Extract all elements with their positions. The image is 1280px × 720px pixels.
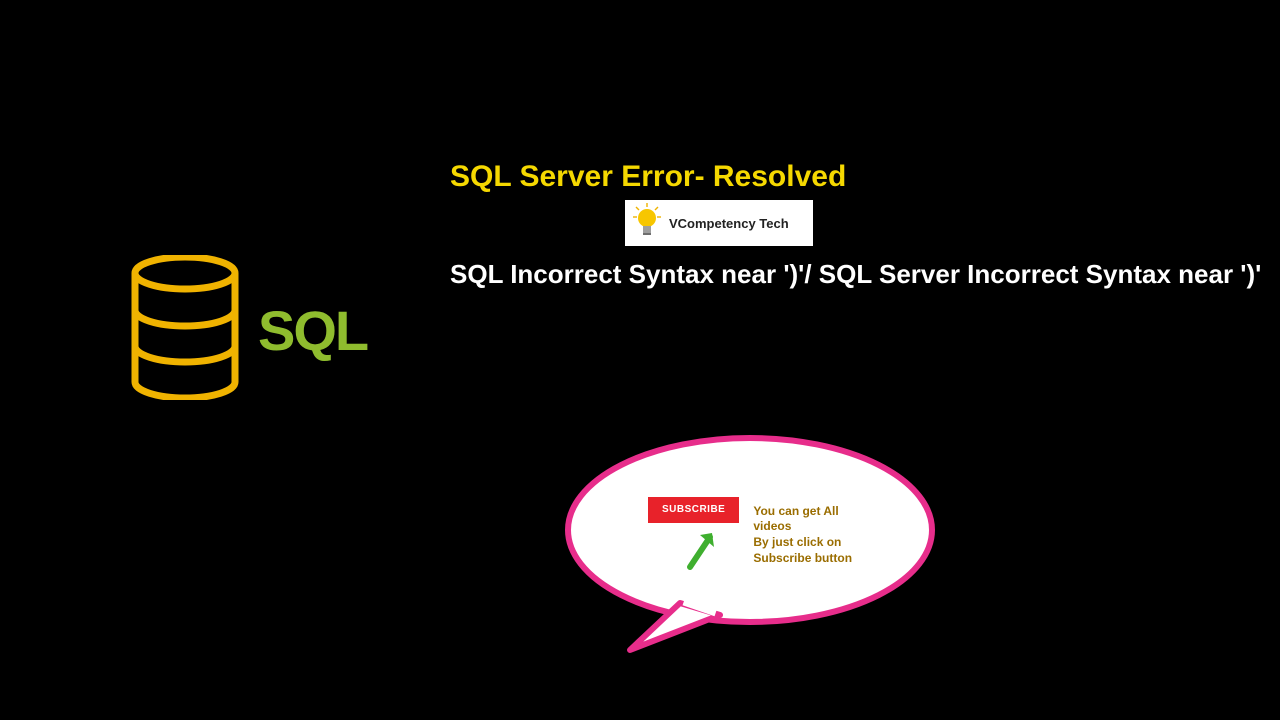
callout-line: videos	[753, 519, 852, 535]
database-icon	[130, 255, 240, 405]
sql-text: SQL	[258, 298, 367, 363]
lightbulb-icon	[633, 203, 661, 244]
callout-line: You can get All	[753, 504, 852, 520]
subtitle-text: SQL Incorrect Syntax near ')'/ SQL Serve…	[450, 258, 1261, 292]
brand-name: VCompetency Tech	[669, 216, 789, 231]
sql-logo: SQL	[130, 255, 367, 405]
page-title: SQL Server Error- Resolved	[450, 160, 846, 194]
brand-card: VCompetency Tech	[625, 200, 813, 246]
arrow-icon	[680, 525, 728, 573]
callout-line: Subscribe button	[753, 551, 852, 567]
callout-text: You can get All videos By just click on …	[753, 504, 852, 566]
callout-line: By just click on	[753, 535, 852, 551]
subscribe-button[interactable]: SUBSCRIBE	[648, 497, 739, 523]
subscribe-callout: SUBSCRIBE You can get All videos By just…	[550, 415, 950, 660]
